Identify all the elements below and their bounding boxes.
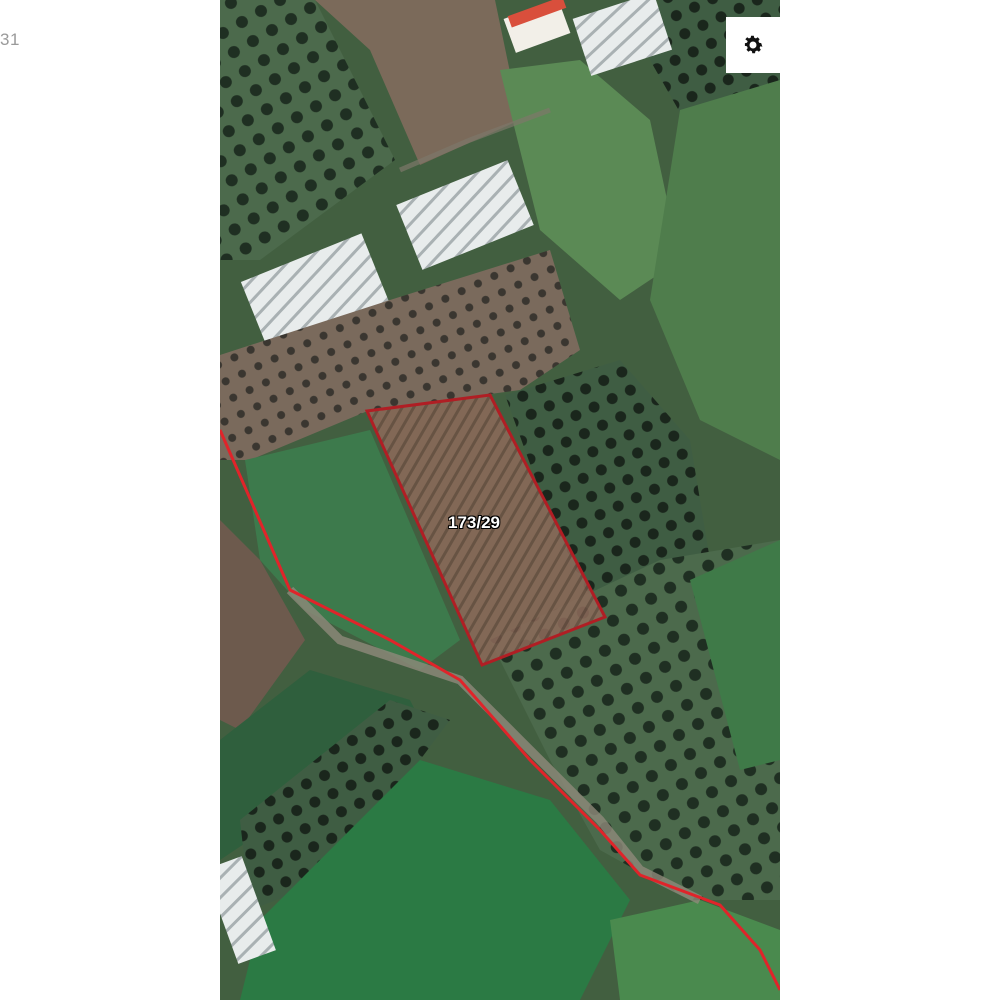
satellite-map[interactable]	[220, 0, 780, 1000]
settings-button[interactable]	[726, 17, 780, 73]
partial-caption-text: 31	[0, 30, 20, 49]
gear-icon	[744, 35, 763, 54]
parcel-number-label: 173/29	[448, 513, 500, 532]
map-imagery	[220, 0, 780, 1000]
